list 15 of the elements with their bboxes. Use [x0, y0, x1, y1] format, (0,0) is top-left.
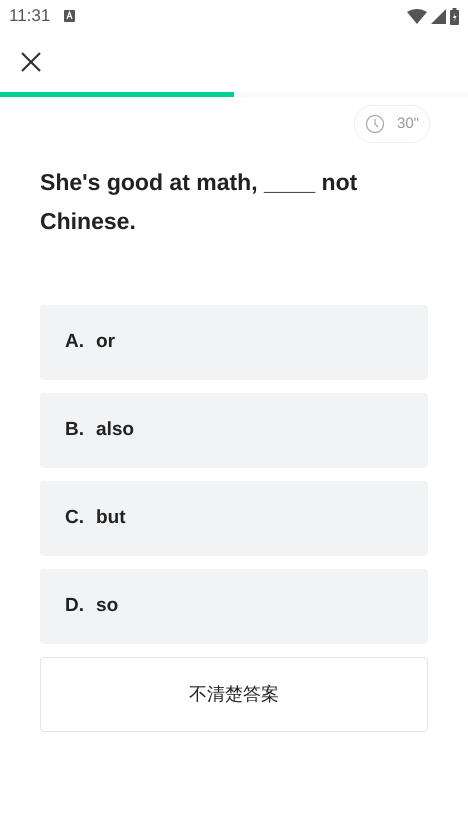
timer-text: 30": [396, 114, 419, 134]
close-button[interactable]: [20, 51, 42, 73]
clock-icon: [364, 114, 385, 134]
answer-option[interactable]: B. also: [40, 393, 428, 468]
answer-option[interactable]: A. or: [40, 305, 428, 380]
question-text: She's good at math, ____ not Chinese.: [39, 168, 358, 236]
wifi-icon: [407, 8, 427, 24]
answer-option[interactable]: D. so: [40, 569, 428, 644]
signal-icon: [431, 8, 446, 24]
unsure-button[interactable]: 不清楚答案: [40, 657, 428, 732]
status-time: 11:31: [9, 5, 50, 28]
answer-option[interactable]: C. but: [40, 481, 428, 556]
close-icon: [20, 51, 42, 73]
battery-icon: [450, 8, 459, 24]
keyboard-icon: [64, 10, 76, 22]
